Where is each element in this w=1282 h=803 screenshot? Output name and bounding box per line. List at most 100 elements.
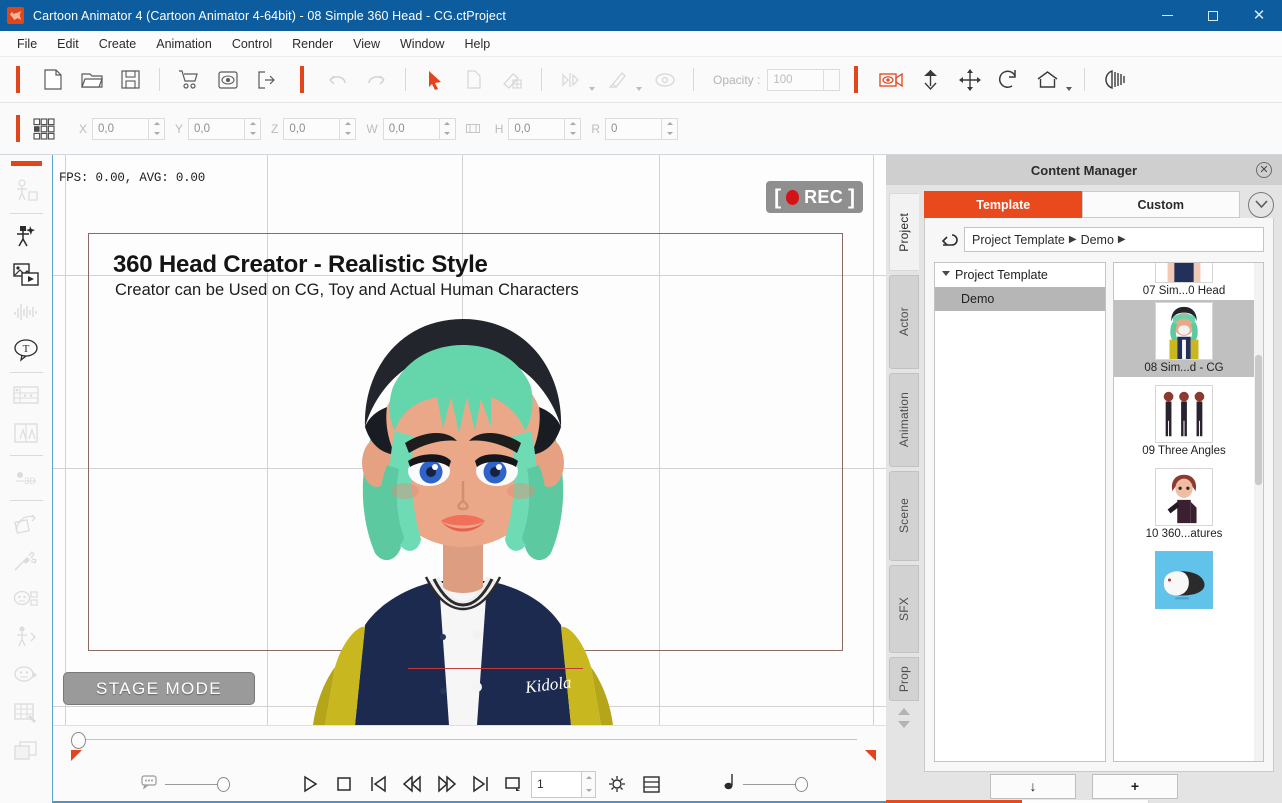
tree-item-demo[interactable]: Demo	[935, 287, 1105, 311]
playback-settings-icon[interactable]	[603, 770, 631, 798]
breadcrumb-item-root[interactable]: Project Template	[972, 233, 1065, 247]
step-forward-button[interactable]	[432, 770, 460, 798]
transform-z-input[interactable]: 0,0	[283, 118, 339, 140]
tabs-scroll-down-icon[interactable]	[898, 721, 910, 728]
face-key-icon[interactable]	[7, 656, 45, 694]
menu-window[interactable]: Window	[391, 33, 453, 55]
list-item[interactable]	[1114, 549, 1254, 614]
thumbnail-scrollbar[interactable]	[1254, 263, 1263, 761]
transform-tool-icon[interactable]	[602, 64, 633, 95]
opacity-stepper[interactable]: 100	[767, 69, 840, 91]
timeline-track-icon[interactable]	[7, 376, 45, 414]
media-image-icon[interactable]	[7, 255, 45, 293]
tabs-scroll-up-icon[interactable]	[898, 708, 910, 715]
stop-button[interactable]	[330, 770, 358, 798]
transform-r-input[interactable]: 0	[605, 118, 661, 140]
panel-close-icon[interactable]: ✕	[1256, 162, 1272, 178]
thumbnail-grid[interactable]: 07 Sim...0 Head	[1113, 262, 1264, 762]
loop-button[interactable]	[500, 770, 528, 798]
stage-character[interactable]: Kidola	[263, 295, 663, 725]
redo-icon[interactable]	[361, 64, 392, 95]
rotate-tool-icon[interactable]	[993, 64, 1024, 95]
text-bubble-icon[interactable]: T	[7, 331, 45, 369]
list-item[interactable]: 09 Three Angles	[1114, 383, 1254, 460]
menu-help[interactable]: Help	[455, 33, 499, 55]
body-puppet-icon[interactable]	[7, 618, 45, 656]
timeline-range-start-marker[interactable]	[71, 750, 82, 761]
onion-skin-icon[interactable]	[1098, 64, 1129, 95]
thumbnail-scroll-area[interactable]: 07 Sim...0 Head	[1114, 263, 1254, 761]
marketplace-cart-icon[interactable]	[173, 64, 204, 95]
anchor-pin-icon[interactable]	[915, 64, 946, 95]
breadcrumb[interactable]: Project Template ▶ Demo ▶	[964, 227, 1264, 252]
transform-x-input[interactable]: 0,0	[92, 118, 148, 140]
transform-x-stepper[interactable]: 0,0	[92, 118, 165, 140]
copy-icon[interactable]	[458, 64, 489, 95]
preview-render-icon[interactable]	[212, 64, 243, 95]
three-d-motion-icon[interactable]: 3D	[7, 459, 45, 497]
chevron-down-icon[interactable]	[1248, 192, 1274, 218]
face-puppet-icon[interactable]	[7, 580, 45, 618]
link-aspect-icon[interactable]	[466, 122, 480, 136]
new-project-icon[interactable]	[37, 64, 68, 95]
step-back-button[interactable]	[398, 770, 426, 798]
list-item[interactable]: 10 360...atures	[1114, 466, 1254, 543]
actor-puppet-icon[interactable]	[7, 217, 45, 255]
timeline-range-end-marker[interactable]	[865, 750, 876, 761]
minimize-icon[interactable]	[1144, 0, 1190, 31]
timeline-scrub-track[interactable]	[75, 739, 857, 740]
move-tool-icon[interactable]	[954, 64, 985, 95]
menu-control[interactable]: Control	[223, 33, 281, 55]
export-icon[interactable]	[251, 64, 282, 95]
last-frame-button[interactable]	[466, 770, 494, 798]
open-project-icon[interactable]	[76, 64, 107, 95]
tab-sfx[interactable]: SFX	[889, 565, 919, 653]
visibility-eye-icon[interactable]	[649, 64, 680, 95]
menu-animation[interactable]: Animation	[147, 33, 221, 55]
tab-project[interactable]: Project	[889, 193, 919, 271]
timeline-panel-icon[interactable]	[637, 770, 665, 798]
tab-custom[interactable]: Custom	[1082, 191, 1241, 218]
frame-number-stepper[interactable]: 1	[531, 771, 596, 798]
layer-manager-icon[interactable]	[7, 732, 45, 770]
transform-h-input[interactable]: 0,0	[508, 118, 564, 140]
home-view-icon[interactable]	[1032, 64, 1063, 95]
chevron-expanded-icon[interactable]	[942, 271, 950, 280]
list-item[interactable]: 07 Sim...0 Head	[1114, 263, 1254, 300]
camera-eye-icon[interactable]	[876, 64, 907, 95]
spring-physics-icon[interactable]	[7, 542, 45, 580]
tree-item-project-template[interactable]: Project Template	[935, 263, 1105, 287]
tab-prop[interactable]: Prop	[889, 657, 919, 701]
transform-z-stepper[interactable]: 0,0	[283, 118, 356, 140]
play-button[interactable]	[296, 770, 324, 798]
stage-mode-badge[interactable]: STAGE MODE	[63, 672, 255, 705]
folder-tree[interactable]: Project Template Demo	[934, 262, 1106, 762]
menu-render[interactable]: Render	[283, 33, 342, 55]
add-content-button[interactable]: +	[1092, 774, 1178, 799]
scrollbar-thumb[interactable]	[1255, 355, 1262, 485]
menu-create[interactable]: Create	[90, 33, 146, 55]
close-icon[interactable]: ✕	[1236, 0, 1282, 31]
stage-viewport[interactable]: FPS: 0.00, AVG: 0.00 [ REC ] 360 Head Cr…	[53, 155, 886, 725]
motion-clip-icon[interactable]	[7, 414, 45, 452]
bend-warp-icon[interactable]	[7, 504, 45, 542]
transform-h-stepper[interactable]: 0,0	[508, 118, 581, 140]
create-actor-icon[interactable]	[7, 172, 45, 210]
transform-caret-icon[interactable]	[636, 87, 642, 91]
flip-horizontal-icon[interactable]	[555, 64, 586, 95]
flip-caret-icon[interactable]	[589, 87, 595, 91]
load-content-button[interactable]: ↓	[990, 774, 1076, 799]
menu-edit[interactable]: Edit	[48, 33, 88, 55]
undo-icon[interactable]	[322, 64, 353, 95]
timeline-playhead-handle[interactable]	[71, 732, 86, 749]
audio-volume-slider[interactable]	[723, 773, 808, 795]
transform-y-stepper[interactable]: 0,0	[188, 118, 261, 140]
sprite-editor-icon[interactable]	[7, 694, 45, 732]
save-project-icon[interactable]	[115, 64, 146, 95]
tab-template[interactable]: Template	[924, 191, 1083, 218]
first-frame-button[interactable]	[364, 770, 392, 798]
list-item[interactable]: 08 Sim...d - CG	[1114, 300, 1254, 377]
menu-view[interactable]: View	[344, 33, 389, 55]
maximize-icon[interactable]	[1190, 0, 1236, 31]
audio-waveform-icon[interactable]	[7, 293, 45, 331]
